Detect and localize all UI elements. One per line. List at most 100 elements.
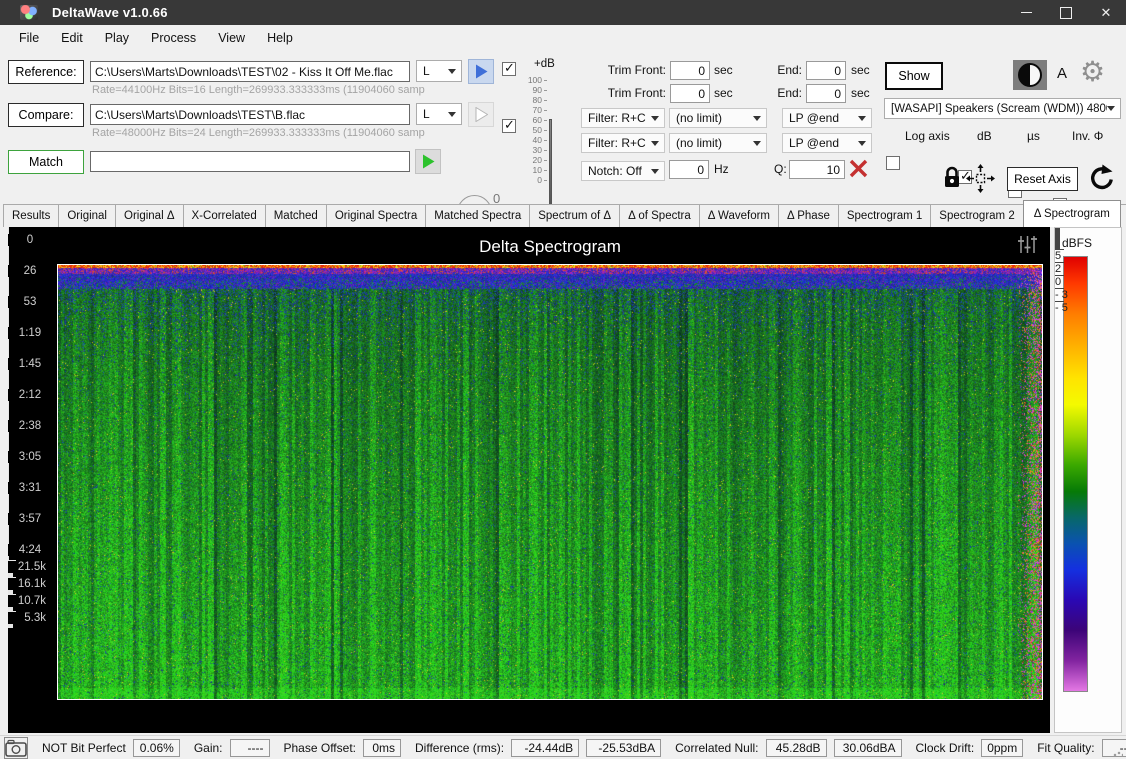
menu-item-process[interactable]: Process xyxy=(140,25,207,51)
x-axis-major-tick xyxy=(8,444,9,451)
contrast-icon xyxy=(1018,63,1042,87)
reset-axis-button[interactable]: Reset Axis xyxy=(1007,167,1078,191)
notch-q-input[interactable] xyxy=(789,160,845,179)
trim-front-unit-1: sec xyxy=(714,63,733,77)
compare-channel-select[interactable]: L xyxy=(416,103,462,125)
chevron-down-icon xyxy=(651,140,659,146)
status-label-gain: Gain: xyxy=(193,741,223,755)
filter-mode-select-2[interactable]: Filter: R+C xyxy=(581,133,665,153)
tab-x-correlated[interactable]: X-Correlated xyxy=(182,204,266,227)
resize-grip[interactable] xyxy=(1113,747,1123,757)
compare-path-input[interactable] xyxy=(90,104,410,125)
control-panel: Reference: Rate=44100Hz Bits=16 Length=2… xyxy=(0,51,1126,239)
screenshot-button[interactable] xyxy=(4,737,28,759)
volume-scale-value: 20 xyxy=(532,155,542,165)
compare-play-button[interactable] xyxy=(468,102,494,127)
volume-scale-tick xyxy=(544,80,547,81)
filter-lp-select-2[interactable]: LP @end xyxy=(782,133,872,153)
filter-mode-select-1[interactable]: Filter: R+C xyxy=(581,108,665,128)
contrast-button[interactable] xyxy=(1013,60,1047,90)
chevron-down-icon xyxy=(448,68,456,74)
menu-item-edit[interactable]: Edit xyxy=(50,25,94,51)
compare-enabled-checkbox[interactable] xyxy=(502,117,516,133)
menu-item-help[interactable]: Help xyxy=(256,25,304,51)
minimize-button[interactable] xyxy=(1006,0,1046,25)
show-button[interactable]: Show xyxy=(885,62,943,90)
tab-spectrogram-1[interactable]: Spectrogram 1 xyxy=(837,204,932,227)
tab-original[interactable]: Original Δ xyxy=(115,204,184,227)
x-axis-major-tick xyxy=(8,413,9,420)
volume-scale-value: 80 xyxy=(532,95,542,105)
chevron-down-icon xyxy=(753,115,761,121)
chevron-down-icon xyxy=(448,111,456,117)
close-button[interactable]: ✕ xyxy=(1086,0,1126,25)
output-device-select[interactable]: [WASAPI] Speakers (Scream (WDM)) 4800( xyxy=(884,98,1121,119)
clear-notch-button[interactable] xyxy=(849,159,868,178)
x-axis-label: 26 xyxy=(23,265,37,277)
status-value-phase-offset: 0ms xyxy=(363,739,401,757)
gear-icon[interactable]: ⚙ xyxy=(1080,58,1105,86)
y-axis-label: 21.5k xyxy=(17,561,46,573)
tab-matched-spectra[interactable]: Matched Spectra xyxy=(425,204,531,227)
notch-freq-input[interactable] xyxy=(669,160,709,179)
filter-limit-value-1: (no limit) xyxy=(676,111,723,125)
x-axis-label: 53 xyxy=(23,296,37,308)
y-axis-label: 10.7k xyxy=(17,595,46,607)
chevron-down-icon xyxy=(753,140,761,146)
x-axis-major-tick xyxy=(8,289,9,296)
volume-scale-value: 90 xyxy=(532,85,542,95)
trim-end-input-1[interactable] xyxy=(806,61,846,80)
compare-button[interactable]: Compare: xyxy=(8,103,84,127)
status-value-correlated-null: 45.28dB xyxy=(765,739,827,757)
match-play-button[interactable] xyxy=(415,149,441,174)
refresh-icon xyxy=(1091,164,1113,190)
pan-mode-button[interactable] xyxy=(966,164,995,198)
reference-channel-select[interactable]: L xyxy=(416,60,462,82)
x-axis-major-tick xyxy=(8,537,9,544)
tab-spectrogram-2[interactable]: Spectrogram 2 xyxy=(930,204,1024,227)
volume-scale-tick xyxy=(544,170,547,171)
menu-item-file[interactable]: File xyxy=(8,25,50,51)
filter-limit-select-2[interactable]: (no limit) xyxy=(669,133,767,153)
chart-title: Delta Spectrogram xyxy=(479,237,621,256)
tab-spectrum-of[interactable]: Spectrum of Δ xyxy=(529,204,621,227)
notch-unit-label: Hz xyxy=(714,162,729,176)
tab-original[interactable]: Original xyxy=(58,204,116,227)
tab-of-spectra[interactable]: Δ of Spectra xyxy=(619,204,700,227)
match-button[interactable]: Match xyxy=(8,150,84,174)
output-device-value: [WASAPI] Speakers (Scream (WDM)) 4800( xyxy=(891,102,1107,115)
trim-front-label-1: Trim Front: xyxy=(607,63,666,77)
chart-settings-button[interactable] xyxy=(1017,235,1038,259)
maximize-button[interactable] xyxy=(1046,0,1086,25)
delta-spectrogram-plot[interactable] xyxy=(58,265,1042,699)
refresh-button[interactable] xyxy=(1088,163,1115,197)
axes: 0 26 53 1:19 1:45 2:12 2:38 3:05 3:31 3:57 4:24 21.… xyxy=(8,227,52,628)
trim-front-input-2[interactable] xyxy=(670,84,710,103)
lock-axis-button[interactable] xyxy=(943,166,961,194)
reference-button[interactable]: Reference: xyxy=(8,60,84,84)
log-axis-checkbox[interactable] xyxy=(886,156,900,170)
tab-original-spectra[interactable]: Original Spectra xyxy=(325,204,427,227)
reference-path-input[interactable] xyxy=(90,61,410,82)
volume-scale-tick xyxy=(544,160,547,161)
menu-item-view[interactable]: View xyxy=(207,25,256,51)
tab-phase[interactable]: Δ Phase xyxy=(778,204,839,227)
menu-item-play[interactable]: Play xyxy=(94,25,140,51)
match-input[interactable] xyxy=(90,151,410,172)
tab-waveform[interactable]: Δ Waveform xyxy=(698,204,779,227)
filter-lp-value-2: LP @end xyxy=(789,136,839,150)
reference-play-button[interactable] xyxy=(468,59,494,84)
tab-results[interactable]: Results xyxy=(3,204,60,227)
filter-limit-select-1[interactable]: (no limit) xyxy=(669,108,767,128)
status-value-gain: ---- xyxy=(229,739,270,757)
filter-mode-value-2: Filter: R+C xyxy=(588,136,646,150)
reference-enabled-checkbox[interactable] xyxy=(502,60,516,76)
filter-lp-select-1[interactable]: LP @end xyxy=(782,108,872,128)
trim-end-input-2[interactable] xyxy=(806,84,846,103)
plot-border xyxy=(57,264,1043,700)
tab-matched[interactable]: Matched xyxy=(264,204,327,227)
notch-select[interactable]: Notch: Off xyxy=(581,161,665,181)
notch-q-label: Q: xyxy=(774,162,787,176)
trim-front-input-1[interactable] xyxy=(670,61,710,80)
tab-spectrogram[interactable]: Δ Spectrogram xyxy=(1022,200,1121,227)
